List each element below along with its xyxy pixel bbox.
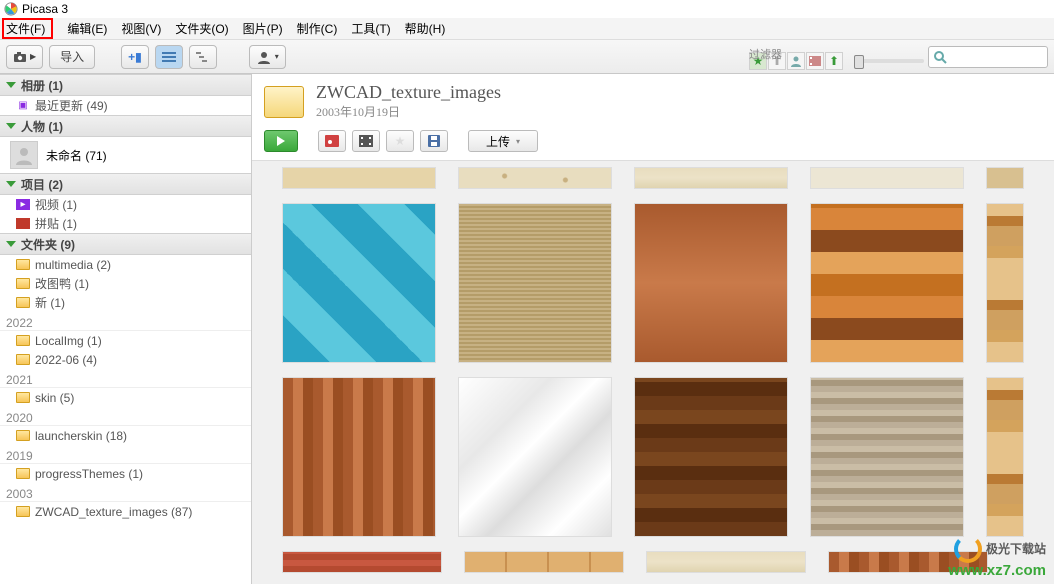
year-label: 2003: [0, 485, 251, 502]
thumbnail[interactable]: [986, 167, 1025, 189]
menu-file[interactable]: 文件(F): [2, 18, 53, 39]
album-item[interactable]: ▣最近更新 (49): [0, 96, 251, 115]
people-button[interactable]: ▾: [249, 45, 286, 69]
thumbnail[interactable]: [986, 203, 1025, 363]
zoom-slider[interactable]: [854, 59, 924, 63]
menu-make[interactable]: 制作(C): [297, 20, 338, 37]
folder-icon: [16, 468, 30, 479]
big-folder-icon: [264, 86, 304, 118]
caret-icon: [6, 82, 16, 88]
folder-item[interactable]: ZWCAD_texture_images (87): [0, 502, 251, 521]
filter-movie-icon[interactable]: [806, 52, 824, 70]
folder-banner: ZWCAD_texture_images 2003年10月19日: [252, 74, 1054, 126]
section-albums[interactable]: 相册 (1): [0, 74, 251, 96]
avatar-icon: [10, 141, 38, 169]
save-button[interactable]: [420, 130, 448, 152]
photo-button[interactable]: [318, 130, 346, 152]
filter-geo-icon[interactable]: ⬆: [825, 52, 843, 70]
star-button[interactable]: ★: [386, 130, 414, 152]
filters-area: 过滤器 ★ ⬆ ⬆: [749, 44, 924, 70]
year-label: 2022: [0, 314, 251, 331]
thumbnail[interactable]: [282, 377, 436, 537]
folder-icon: [16, 278, 30, 289]
thumbnail[interactable]: [282, 551, 442, 573]
people-item[interactable]: 未命名 (71): [0, 137, 251, 173]
project-item[interactable]: 拼贴 (1): [0, 214, 251, 233]
tree-view-button[interactable]: [189, 45, 217, 69]
menu-tools[interactable]: 工具(T): [351, 20, 390, 37]
year-label: 2021: [0, 371, 251, 388]
thumbnail[interactable]: [458, 167, 612, 189]
thumbnail[interactable]: [810, 203, 964, 363]
folder-title: ZWCAD_texture_images: [316, 82, 501, 103]
section-folders[interactable]: 文件夹 (9): [0, 233, 251, 255]
menu-edit[interactable]: 编辑(E): [67, 20, 107, 37]
thumbnail[interactable]: [282, 203, 436, 363]
thumbnail[interactable]: [646, 551, 806, 573]
folder-icon: [16, 506, 30, 517]
app-icon: [4, 2, 18, 16]
app-title: Picasa 3: [22, 2, 68, 16]
star-icon: ▣: [16, 99, 30, 113]
collage-icon: [16, 218, 30, 229]
play-icon: [277, 136, 285, 146]
section-people[interactable]: 人物 (1): [0, 115, 251, 137]
thumbnail[interactable]: [986, 377, 1025, 537]
play-button[interactable]: [264, 130, 298, 152]
filters-label: 过滤器: [749, 46, 782, 62]
folder-item[interactable]: LocalImg (1): [0, 331, 251, 350]
thumbnail[interactable]: [810, 167, 964, 189]
content-area: ZWCAD_texture_images 2003年10月19日 ★ 上传▾: [252, 74, 1054, 584]
menu-view[interactable]: 视图(V): [121, 20, 161, 37]
caret-icon: [6, 123, 16, 129]
search-icon: [933, 50, 947, 64]
menu-help[interactable]: 帮助(H): [405, 20, 446, 37]
film-button[interactable]: [352, 130, 380, 152]
menubar: 文件(F) 编辑(E) 视图(V) 文件夹(O) 图片(P) 制作(C) 工具(…: [0, 18, 1054, 40]
folder-item[interactable]: skin (5): [0, 388, 251, 407]
import-button[interactable]: 导入: [49, 45, 95, 69]
folder-icon: [16, 297, 30, 308]
thumbnail[interactable]: [458, 377, 612, 537]
folder-date: 2003年10月19日: [316, 103, 501, 120]
caret-icon: [6, 241, 16, 247]
folder-icon: [16, 354, 30, 365]
thumbnail[interactable]: [634, 203, 788, 363]
thumbnail[interactable]: [634, 377, 788, 537]
thumbnail-grid: [252, 161, 1054, 584]
action-bar: ★ 上传▾: [252, 126, 1054, 161]
video-icon: ▸: [16, 199, 30, 210]
filter-face-icon[interactable]: [787, 52, 805, 70]
folder-item[interactable]: progressThemes (1): [0, 464, 251, 483]
thumbnail[interactable]: [828, 551, 988, 573]
caret-icon: [6, 181, 16, 187]
thumbnail[interactable]: [464, 551, 624, 573]
folder-icon: [16, 430, 30, 441]
folder-item[interactable]: 改图鸭 (1): [0, 274, 251, 293]
thumbnail[interactable]: [458, 203, 612, 363]
menu-folder[interactable]: 文件夹(O): [175, 20, 228, 37]
thumbnail[interactable]: [282, 167, 436, 189]
folder-icon: [16, 392, 30, 403]
camera-button[interactable]: ▶: [6, 45, 43, 69]
folder-icon: [16, 335, 30, 346]
project-item[interactable]: ▸视频 (1): [0, 195, 251, 214]
folder-item[interactable]: 2022-06 (4): [0, 350, 251, 369]
year-label: 2019: [0, 447, 251, 464]
section-projects[interactable]: 项目 (2): [0, 173, 251, 195]
list-view-button[interactable]: [155, 45, 183, 69]
folder-item[interactable]: multimedia (2): [0, 255, 251, 274]
upload-button[interactable]: 上传▾: [468, 130, 538, 152]
folder-icon: [16, 259, 30, 270]
toolbar: ▶ 导入 +▮ ▾ 过滤器 ★ ⬆ ⬆: [0, 40, 1054, 74]
add-folder-button[interactable]: +▮: [121, 45, 149, 69]
sidebar: 相册 (1) ▣最近更新 (49) 人物 (1) 未命名 (71) 项目 (2)…: [0, 74, 252, 584]
menu-picture[interactable]: 图片(P): [243, 20, 283, 37]
folder-item[interactable]: 新 (1): [0, 293, 251, 312]
thumbnail[interactable]: [634, 167, 788, 189]
folder-item[interactable]: launcherskin (18): [0, 426, 251, 445]
thumbnail[interactable]: [810, 377, 964, 537]
search-box[interactable]: [928, 46, 1048, 68]
year-label: 2020: [0, 409, 251, 426]
